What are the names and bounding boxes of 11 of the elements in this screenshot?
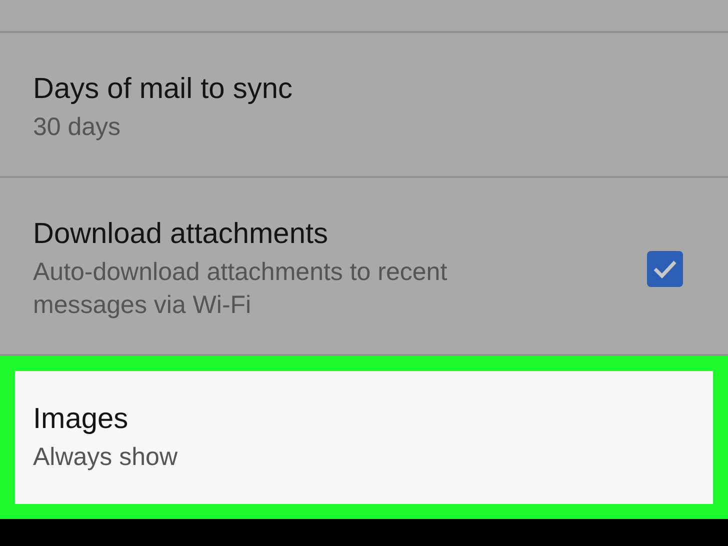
setting-title: Download attachments [33,217,329,252]
check-icon [652,259,678,279]
setting-row[interactable]: Images Always show [15,371,713,504]
setting-summary: 30 days [33,112,122,143]
setting-row[interactable]: Days of mail to sync 30 days [0,33,728,176]
setting-summary: Always show [33,442,178,473]
checkbox[interactable] [647,251,683,287]
setting-row[interactable]: Download attachments Auto-download attachments to recent messages via Wi-Fi [0,178,728,354]
setting-title: Days of mail to sync [33,72,294,107]
setting-title: Images [33,402,130,437]
setting-summary: Auto-download attachments to recent messages via Wi-Fi [33,257,448,321]
